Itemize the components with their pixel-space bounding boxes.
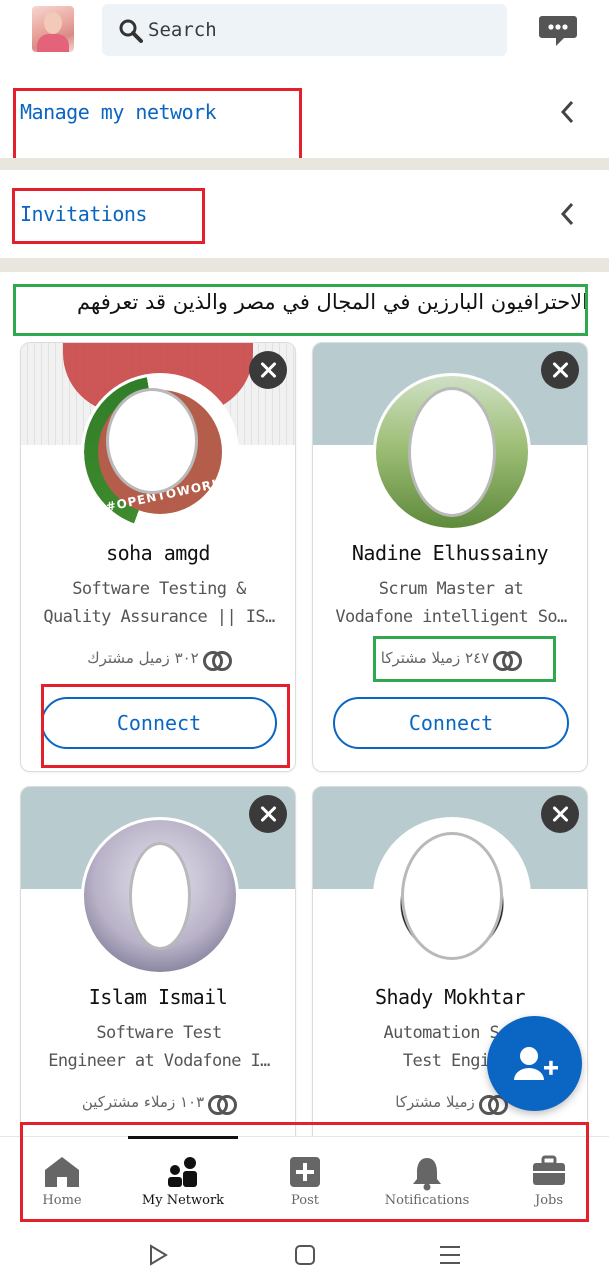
- mutual-connections: ٣٠٢ زميل مشترك: [21, 649, 295, 671]
- search-icon: [119, 19, 143, 43]
- suggestion-card[interactable]: Nadine Elhussainy Scrum Master at Vodafon…: [312, 342, 588, 772]
- add-connection-fab[interactable]: [487, 1016, 582, 1111]
- search-placeholder: Search: [148, 19, 217, 41]
- chevron-left-icon: [560, 202, 574, 226]
- profile-photo[interactable]: [373, 373, 531, 531]
- face-mask: [401, 832, 503, 960]
- card-name: Islam Ismail: [88, 985, 228, 1009]
- add-person-icon: [514, 1047, 558, 1080]
- face-mask: [129, 842, 191, 950]
- divider: [0, 258, 609, 272]
- dismiss-icon[interactable]: [541, 351, 579, 389]
- highlight-box: [41, 684, 290, 768]
- system-nav-bar: [0, 1224, 609, 1280]
- top-bar: Search: [0, 0, 609, 62]
- mutual-icon: [202, 650, 232, 671]
- profile-avatar[interactable]: [32, 6, 74, 52]
- chevron-left-icon: [560, 100, 574, 124]
- profile-photo[interactable]: #OPENTOWORK: [81, 373, 239, 531]
- highlight-box: [373, 636, 556, 682]
- messaging-icon[interactable]: [538, 12, 578, 48]
- dismiss-icon[interactable]: [541, 795, 579, 833]
- card-headline: Software Testing & Quality Assurance || I…: [43, 579, 275, 627]
- card-headline: Scrum Master at Vodafone intelligent So…: [335, 579, 567, 627]
- face-mask: [106, 388, 199, 495]
- card-name: soha amgd: [106, 541, 210, 565]
- highlight-box: [13, 284, 588, 336]
- dismiss-icon[interactable]: [249, 351, 287, 389]
- highlight-box: [12, 188, 205, 244]
- search-bar[interactable]: Search: [102, 4, 507, 56]
- face-mask: [408, 387, 496, 517]
- profile-photo[interactable]: [373, 817, 531, 975]
- highlight-box: [13, 88, 302, 162]
- dismiss-icon[interactable]: [249, 795, 287, 833]
- home-button-icon[interactable]: [294, 1244, 316, 1266]
- suggestion-card[interactable]: Islam Ismail Software Test Engineer at Vo…: [20, 786, 296, 1146]
- connect-button[interactable]: Connect: [333, 697, 569, 749]
- back-icon[interactable]: [147, 1244, 169, 1266]
- mutual-icon: [208, 1094, 238, 1115]
- profile-photo[interactable]: [81, 817, 239, 975]
- card-headline: Software Test Engineer at Vodafone I…: [48, 1023, 270, 1071]
- recents-icon[interactable]: [438, 1244, 462, 1266]
- divider: [0, 158, 609, 170]
- card-name: Nadine Elhussainy: [351, 541, 549, 565]
- card-name: Shady Mokhtar: [374, 985, 526, 1009]
- mutual-connections: ١٠٣ زملاء مشتركين: [21, 1093, 295, 1115]
- highlight-box: [20, 1122, 589, 1222]
